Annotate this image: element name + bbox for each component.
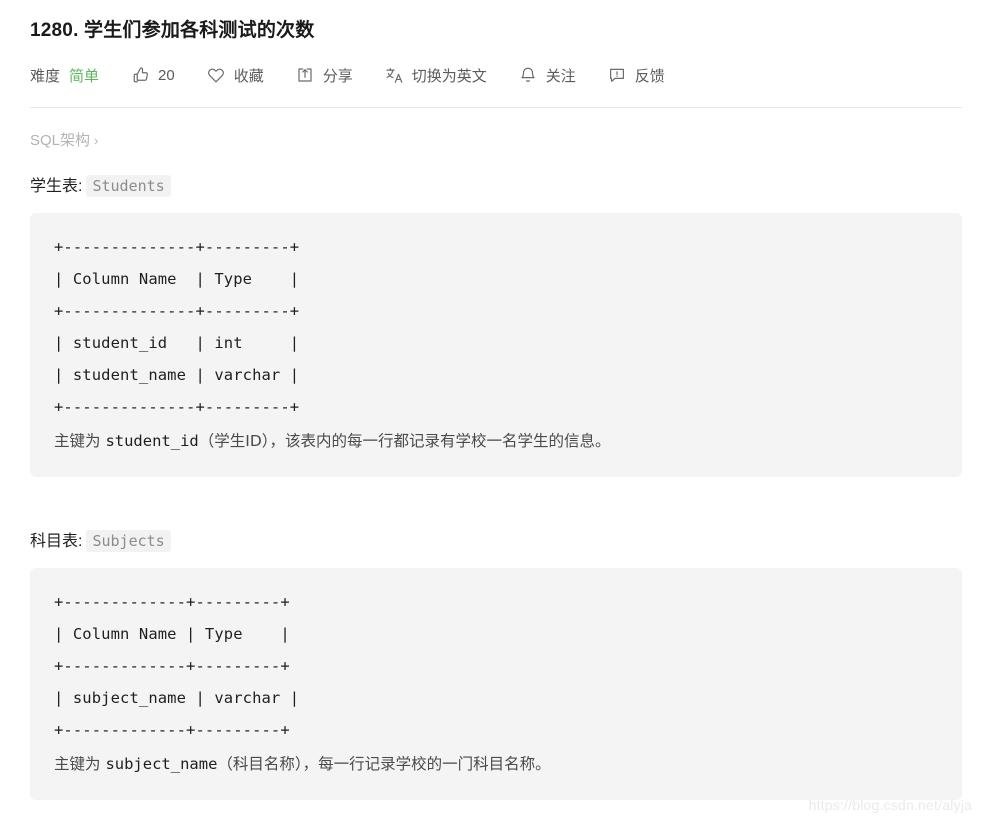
- chevron-right-icon: ›: [94, 133, 99, 148]
- problem-toolbar: 难度 简单 20 收藏 分享 切换为英文 关注 反馈: [30, 55, 962, 95]
- difficulty-label: 难度: [30, 67, 61, 85]
- subjects-schema-block: +-------------+---------+ | Column Name …: [30, 568, 962, 800]
- students-schema-note: 主键为 student_id（学生ID），该表内的每一行都记录有学校一名学生的信…: [54, 425, 938, 457]
- share-icon: [296, 66, 315, 85]
- subjects-caption-label: 科目表:: [30, 533, 83, 550]
- difficulty-value: 简单: [69, 67, 100, 85]
- favorite-button[interactable]: 收藏: [207, 65, 264, 86]
- students-schema-block: +--------------+---------+ | Column Name…: [30, 213, 962, 477]
- students-note-prefix: 主键为: [54, 432, 106, 450]
- students-note-suffix: （学生ID），该表内的每一行都记录有学校一名学生的信息。: [198, 432, 611, 450]
- breadcrumb-label: SQL架构: [30, 132, 91, 149]
- favorite-label: 收藏: [233, 67, 264, 85]
- heart-icon: [207, 66, 226, 85]
- like-count: 20: [158, 66, 175, 84]
- students-table-caption: 学生表: Students: [30, 174, 962, 199]
- share-button[interactable]: 分享: [296, 65, 353, 86]
- subjects-schema-note: 主键为 subject_name（科目名称），每一行记录学校的一门科目名称。: [54, 748, 938, 780]
- problem-page: 1280. 学生们参加各科测试的次数 难度 简单 20 收藏 分享 切换为英文 …: [0, 0, 992, 821]
- subjects-table-name: Subjects: [86, 530, 171, 552]
- page-title: 1280. 学生们参加各科测试的次数: [30, 20, 315, 41]
- bell-icon: [519, 66, 538, 85]
- students-schema-ascii: +--------------+---------+ | Column Name…: [54, 238, 300, 416]
- students-caption-label: 学生表:: [30, 178, 83, 195]
- translate-button[interactable]: 切换为英文: [385, 65, 487, 86]
- toolbar-divider: [30, 107, 962, 108]
- share-label: 分享: [322, 67, 353, 85]
- students-table-name: Students: [86, 175, 171, 197]
- subscribe-label: 关注: [545, 67, 576, 85]
- breadcrumb[interactable]: SQL架构 ›: [30, 130, 962, 152]
- subjects-note-suffix: （科目名称），每一行记录学校的一门科目名称。: [217, 755, 551, 773]
- feedback-icon: [608, 66, 627, 85]
- subjects-note-prefix: 主键为: [54, 755, 106, 773]
- feedback-label: 反馈: [634, 67, 665, 85]
- subjects-schema-ascii: +-------------+---------+ | Column Name …: [54, 593, 300, 739]
- difficulty-group: 难度 简单: [30, 65, 99, 86]
- students-note-code: student_id: [105, 432, 199, 450]
- translate-icon: [385, 66, 404, 85]
- subjects-note-code: subject_name: [105, 755, 218, 773]
- thumbs-up-icon: [131, 66, 150, 85]
- like-button[interactable]: 20: [131, 66, 175, 85]
- subscribe-button[interactable]: 关注: [519, 65, 576, 86]
- subjects-table-caption: 科目表: Subjects: [30, 529, 962, 554]
- translate-label: 切换为英文: [411, 67, 487, 85]
- feedback-button[interactable]: 反馈: [608, 65, 665, 86]
